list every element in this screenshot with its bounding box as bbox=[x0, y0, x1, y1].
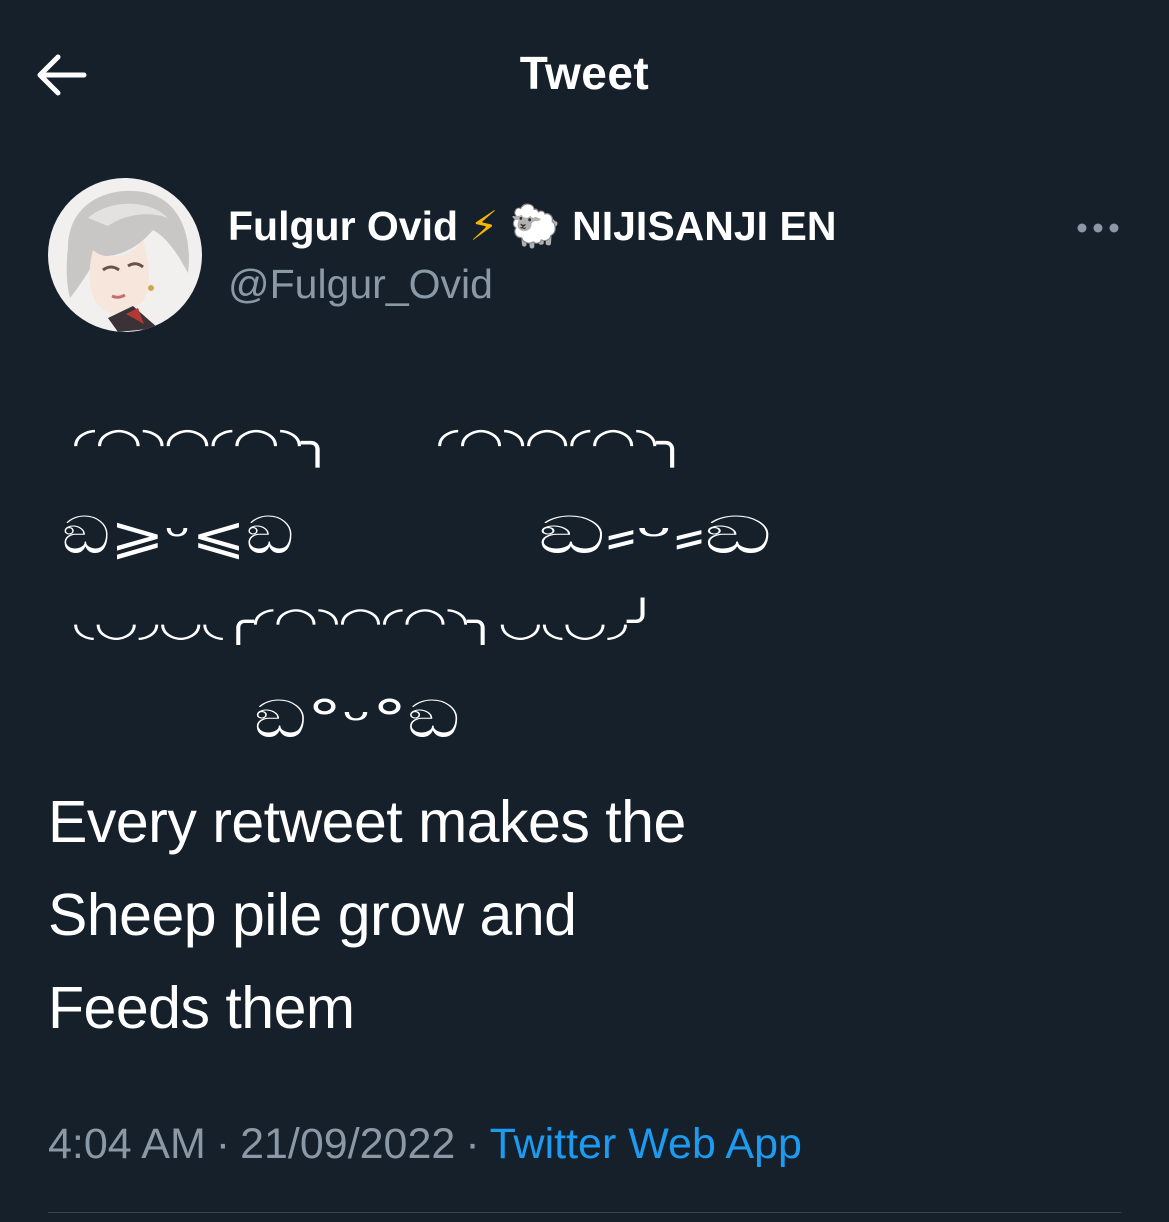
separator: · bbox=[465, 1120, 480, 1168]
tweet-text: Every retweet makes the Sheep pile grow … bbox=[48, 776, 686, 1055]
tweet-line: Every retweet makes the bbox=[48, 789, 686, 855]
user-handle[interactable]: @Fulgur_Ovid bbox=[228, 261, 493, 308]
separator: · bbox=[215, 1120, 231, 1168]
right-sheep-face: ඞ⸗ᵕ⸗ඞ bbox=[538, 506, 772, 566]
tweet-time[interactable]: 4:04 AM bbox=[48, 1120, 206, 1168]
divider bbox=[48, 1212, 1121, 1213]
lightning-emoji: ⚡ bbox=[469, 203, 499, 249]
left-sheep-face: ඞ⩾ᵕ⩽ඞ bbox=[62, 506, 294, 566]
display-name[interactable]: Fulgur Ovid ⚡ 🐑 NIJISANJI EN bbox=[228, 202, 836, 251]
display-name-text: Fulgur Ovid bbox=[228, 203, 459, 249]
avatar-image bbox=[48, 178, 202, 332]
tweet-source-link[interactable]: Twitter Web App bbox=[490, 1120, 802, 1168]
tweet-date[interactable]: 21/09/2022 bbox=[240, 1120, 455, 1168]
sheep-ascii-art: ◜◠◝◠◜◠◝╮ ◜◠◝◠◜◠◝╮ ඞ⩾ᵕ⩽ඞ ඞ⸗ᵕ⸗ඞ ◟◡◞◡◟╭◜◠◝◠… bbox=[62, 418, 772, 750]
top-bar: Tweet bbox=[0, 0, 1169, 150]
more-options-button[interactable] bbox=[1068, 208, 1128, 248]
top-left-wool: ◜◠◝◠◜◠◝╮ bbox=[74, 418, 334, 468]
page-title: Tweet bbox=[519, 47, 650, 99]
tweet-author: Fulgur Ovid ⚡ 🐑 NIJISANJI EN @Fulgur_Ovi… bbox=[48, 178, 1128, 338]
bottom-sheep-face: ඞ°ᵕ°ඞ bbox=[254, 690, 460, 750]
sheep-emoji: 🐑 bbox=[509, 203, 561, 249]
bottom-wool: ◟◡◞◡◟╭◜◠◝◠◜◠◝╮◡◟◡◞╯ bbox=[74, 597, 658, 646]
top-right-wool: ◜◠◝◠◜◠◝╮ bbox=[438, 418, 688, 468]
tweet-metadata: 4:04 AM · 21/09/2022 · Twitter Web App bbox=[48, 1120, 802, 1169]
more-horizontal-icon bbox=[1077, 223, 1119, 233]
tweet-line: Sheep pile grow and bbox=[48, 882, 577, 948]
tweet-line: Feeds them bbox=[48, 975, 355, 1041]
affiliation-text: NIJISANJI EN bbox=[572, 203, 837, 249]
avatar[interactable] bbox=[48, 178, 202, 332]
